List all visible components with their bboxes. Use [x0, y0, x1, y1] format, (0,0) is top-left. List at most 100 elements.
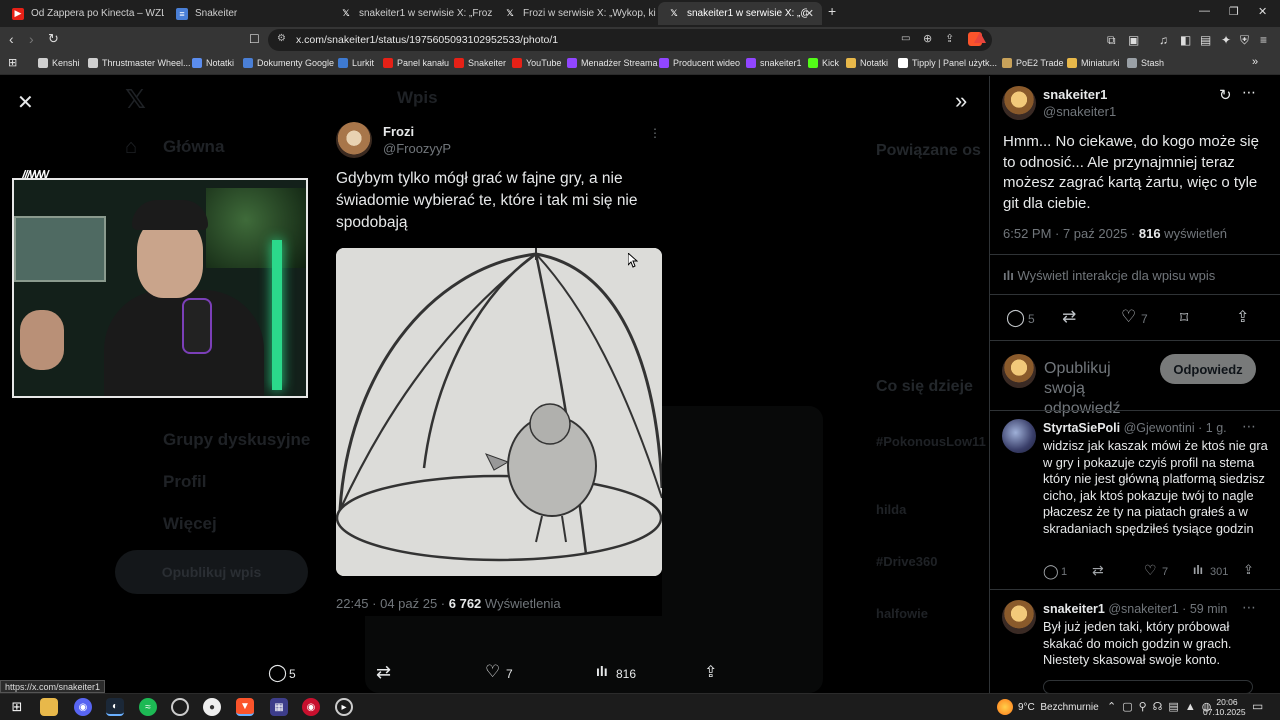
author-handle[interactable]: @FroozyyP: [383, 141, 451, 156]
bookmark-icon[interactable]: ☐: [249, 32, 260, 46]
app-icon[interactable]: ●: [203, 698, 221, 716]
zoom-icon[interactable]: ⊕: [923, 32, 932, 45]
media-icon[interactable]: ♫: [1159, 33, 1168, 47]
reply-icon[interactable]: ◯: [1006, 308, 1025, 328]
restore-button[interactable]: ❐: [1229, 5, 1239, 18]
reload-icon[interactable]: ↻: [48, 31, 59, 47]
more-bookmarks-icon[interactable]: »: [1252, 56, 1258, 68]
weather-text[interactable]: 9°C Bezchmurnie: [1018, 702, 1099, 713]
apps-icon[interactable]: ⊞: [8, 56, 17, 69]
bookmark-item[interactable]: Tipply | Panel użytk...: [898, 58, 997, 68]
bookmark-item[interactable]: Producent wideo: [659, 58, 740, 68]
bookmark-item[interactable]: Dokumenty Google: [243, 58, 334, 68]
tab-x-post-2[interactable]: 𝕏 Frozi w serwisie X: „Wykop, kiedy okaz…: [494, 2, 656, 25]
author-handle[interactable]: @snakeiter1: [1043, 104, 1116, 119]
windows-start-icon[interactable]: ⊞: [8, 698, 26, 716]
grok-icon[interactable]: ↻: [1219, 86, 1232, 104]
share-post-icon[interactable]: ⇪: [704, 662, 717, 682]
collapse-panel-icon[interactable]: »: [955, 88, 967, 114]
share-icon[interactable]: ⇪: [945, 32, 954, 45]
minimize-button[interactable]: —: [1199, 5, 1210, 17]
close-tab-icon[interactable]: ✕: [805, 7, 814, 20]
bookmark-item[interactable]: Kick: [808, 58, 839, 68]
discord-icon[interactable]: ◉: [74, 698, 92, 716]
tab-youtube[interactable]: ▶ Od Zappera po Kinecta – WZLOTY i UPADK…: [2, 2, 164, 25]
site-info-icon[interactable]: ⚙: [277, 33, 286, 44]
tab-x-post-active[interactable]: 𝕏 snakeiter1 w serwisie X: „@FroozyyP ✕: [658, 2, 822, 25]
obs-icon[interactable]: [171, 698, 189, 716]
nested-quote-card[interactable]: [1043, 680, 1253, 693]
url-text[interactable]: x.com/snakeiter1/status/1975605093102952…: [296, 34, 558, 46]
back-icon[interactable]: ‹: [9, 31, 14, 47]
views-icon[interactable]: ılı: [596, 663, 608, 679]
address-bar[interactable]: ⚙ x.com/snakeiter1/status/19756050931029…: [268, 29, 992, 51]
bookmark-item[interactable]: Snakeiter: [454, 58, 506, 68]
reply-author-name[interactable]: StyrtaSiePoli: [1043, 421, 1120, 435]
bookmark-item[interactable]: Thrustmaster Wheel...: [88, 58, 191, 68]
bookmark-item[interactable]: PoE2 Trade: [1002, 58, 1064, 68]
author-avatar[interactable]: [1002, 86, 1036, 120]
bookmark-item[interactable]: Miniaturki: [1067, 58, 1120, 68]
bookmark-item[interactable]: Lurkit: [338, 58, 374, 68]
menu-icon[interactable]: ≡: [1260, 33, 1267, 47]
repost-icon[interactable]: ⇄: [1062, 307, 1076, 327]
reply-avatar[interactable]: [1002, 419, 1036, 453]
reply-icon[interactable]: ◯: [1043, 563, 1059, 580]
sidebar-icon[interactable]: ◧: [1180, 33, 1191, 47]
close-window-button[interactable]: ✕: [1258, 5, 1267, 18]
bookmark-item[interactable]: Menadżer Streama: [567, 58, 658, 68]
vpn-icon[interactable]: ⛨: [1240, 33, 1249, 48]
media-player-icon[interactable]: ▸: [335, 698, 353, 716]
repost-icon[interactable]: ⇄: [1092, 562, 1104, 579]
leo-ai-icon[interactable]: ✦: [1221, 33, 1231, 47]
reply-author-handle[interactable]: @Gjewontini · 1 g.: [1124, 421, 1227, 435]
reply-avatar[interactable]: [1002, 600, 1036, 634]
author-avatar[interactable]: [336, 122, 372, 158]
bookmark-item[interactable]: Notatki: [192, 58, 234, 68]
new-tab-button[interactable]: +: [828, 3, 836, 19]
post-image[interactable]: [336, 248, 662, 576]
tab-x-post-1[interactable]: 𝕏 snakeiter1 w serwisie X: „Frozi, o co …: [330, 2, 492, 25]
app-icon[interactable]: ◉: [302, 698, 320, 716]
bookmark-icon[interactable]: ⌑: [1180, 308, 1188, 328]
app-icon[interactable]: ▦: [270, 698, 288, 716]
bookmark-item[interactable]: snakeiter1: [746, 58, 802, 68]
forward-icon[interactable]: ›: [29, 31, 34, 47]
bookmark-item[interactable]: Kenshi: [38, 58, 80, 68]
like-icon[interactable]: ♡: [1121, 307, 1136, 327]
reply-author-name[interactable]: snakeiter1: [1043, 602, 1105, 616]
brave-rewards-icon[interactable]: [974, 32, 986, 43]
share-icon[interactable]: ⇪: [1236, 307, 1249, 327]
reply-icon[interactable]: ◯: [268, 663, 287, 683]
bookmark-item[interactable]: Panel kanału: [383, 58, 449, 68]
steam-icon[interactable]: ◐: [106, 698, 124, 716]
reply-button[interactable]: Odpowiedz: [1160, 354, 1256, 384]
bookmark-item[interactable]: Stash: [1127, 58, 1164, 68]
author-name[interactable]: snakeiter1: [1043, 87, 1107, 102]
tab-snakeiter-doc[interactable]: ≡ Snakeiter: [166, 2, 328, 25]
bookmark-item[interactable]: Notatki: [846, 58, 888, 68]
more-options-icon[interactable]: ⋮: [649, 126, 661, 140]
quoted-post-card[interactable]: Frozi @FroozyyP ⋮ Gdybym tylko mógł grać…: [326, 114, 662, 616]
screenshot-icon[interactable]: ▣: [1128, 33, 1139, 47]
spotify-icon[interactable]: ≈: [139, 698, 157, 716]
more-options-icon[interactable]: ⋯: [1242, 599, 1256, 616]
clock-date[interactable]: 07.10.2025: [1203, 707, 1246, 717]
author-name[interactable]: Frozi: [383, 124, 414, 139]
more-options-icon[interactable]: ⋯: [1242, 84, 1256, 101]
share-icon[interactable]: ⇪: [1243, 562, 1254, 578]
more-options-icon[interactable]: ⋯: [1242, 418, 1256, 435]
reply-author-handle[interactable]: @snakeiter1 · 59 min: [1108, 602, 1227, 616]
like-icon[interactable]: ♡: [485, 662, 500, 682]
close-viewer-icon[interactable]: ✕: [17, 90, 34, 115]
tray-icons[interactable]: ⌃▢⚲☊▤▲◍: [1107, 700, 1217, 713]
views-icon[interactable]: ılı: [1193, 563, 1203, 577]
extensions-icon[interactable]: ⧉: [1107, 33, 1116, 48]
repost-icon[interactable]: ⇄: [376, 662, 391, 683]
like-icon[interactable]: ♡: [1144, 562, 1157, 579]
cast-icon[interactable]: ▭: [901, 33, 910, 44]
notifications-icon[interactable]: ▭: [1252, 699, 1263, 713]
brave-icon[interactable]: ▼: [236, 698, 254, 716]
bookmark-item[interactable]: YouTube: [512, 58, 561, 68]
view-interactions-link[interactable]: ılı Wyświetl interakcje dla wpisu wpis: [1003, 268, 1215, 283]
